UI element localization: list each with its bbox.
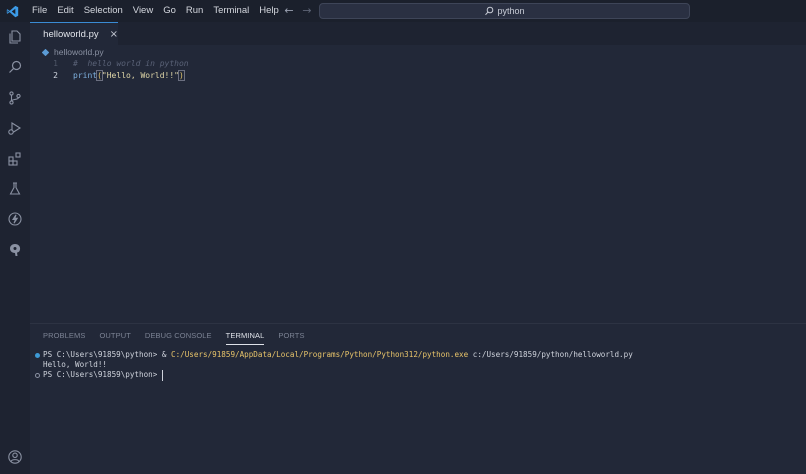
menu-bar: File Edit Selection View Go Run Terminal… [27, 0, 284, 22]
run-debug-icon[interactable] [0, 113, 30, 143]
terminal-line: PS C:\Users\91859\python> [35, 369, 163, 381]
line-number: 2 [53, 71, 58, 80]
command-success-dot-icon [35, 352, 40, 358]
search-text: python [497, 6, 525, 16]
tab-output[interactable]: OUTPUT [99, 330, 130, 345]
terminal-line: PS C:\Users\91859\python> & C:/Users/918… [35, 350, 633, 360]
account-icon[interactable] [0, 442, 30, 472]
vscode-logo-icon [1, 0, 23, 22]
close-icon[interactable]: × [110, 29, 118, 40]
code-editor[interactable]: 1 # hello world in python 2 print("Hello… [30, 57, 806, 319]
terminal-prompt: PS C:\Users\91859\python> [43, 370, 162, 379]
terminal-cursor [161, 369, 163, 381]
menu-terminal[interactable]: Terminal [208, 0, 254, 22]
activity-bar [0, 22, 30, 474]
code-line: 1 # hello world in python [30, 58, 806, 70]
editor-tab-bar: helloworld.py × [30, 22, 806, 45]
navigation-arrows: ← → [283, 4, 313, 18]
lightning-extension-icon[interactable] [0, 204, 30, 234]
extensions-icon[interactable] [0, 144, 30, 174]
bottom-panel: PROBLEMS OUTPUT DEBUG CONSOLE TERMINAL P… [30, 323, 806, 474]
menu-file[interactable]: File [27, 0, 52, 22]
back-arrow-icon[interactable]: ← [283, 4, 295, 18]
menu-run[interactable]: Run [181, 0, 208, 22]
tab-terminal[interactable]: TERMINAL [225, 330, 265, 345]
menu-edit[interactable]: Edit [52, 0, 78, 22]
source-control-icon[interactable] [0, 83, 30, 113]
menu-help[interactable]: Help [254, 0, 284, 22]
explorer-icon[interactable] [0, 22, 30, 52]
tab-helloworld-py[interactable]: helloworld.py × [30, 22, 118, 45]
menu-go[interactable]: Go [158, 0, 181, 22]
tab-problems[interactable]: PROBLEMS [43, 330, 85, 345]
title-bar: File Edit Selection View Go Run Terminal… [0, 0, 806, 22]
command-pending-dot-icon [35, 372, 40, 378]
menu-selection[interactable]: Selection [79, 0, 128, 22]
menu-view[interactable]: View [128, 0, 158, 22]
terminal-exe-path[interactable]: C:/Users/91859/AppData/Local/Programs/Py… [171, 350, 468, 360]
code-paren-close: ) [178, 70, 185, 81]
search-icon [485, 6, 494, 16]
line-number: 1 [53, 59, 58, 68]
tab-ports[interactable]: PORTS [278, 330, 304, 345]
testing-flask-icon[interactable] [0, 174, 30, 204]
code-statement: print("Hello, World!!") [73, 70, 185, 82]
breadcrumb-file[interactable]: helloworld.py [54, 47, 104, 57]
terminal-arg: c:/Users/91859/python/helloworld.py [468, 350, 633, 359]
terminal-output: Hello, World!! [43, 360, 108, 369]
postgres-extension-icon[interactable] [0, 235, 30, 265]
tab-debug-console[interactable]: DEBUG CONSOLE [145, 330, 212, 345]
search-sidebar-icon[interactable] [0, 52, 30, 82]
code-line: 2 print("Hello, World!!") [30, 70, 806, 82]
tab-label: helloworld.py [43, 28, 99, 40]
code-comment: # hello world in python [73, 59, 189, 68]
forward-arrow-icon[interactable]: → [301, 4, 313, 18]
terminal-line: Hello, World!! [35, 360, 107, 370]
code-string: "Hello, World!!" [101, 71, 179, 80]
code-function: print [73, 71, 98, 80]
command-center-search[interactable]: python [319, 3, 690, 19]
panel-tabs: PROBLEMS OUTPUT DEBUG CONSOLE TERMINAL P… [43, 330, 319, 345]
terminal-prompt: PS C:\Users\91859\python> & [43, 350, 172, 359]
python-file-icon [42, 48, 49, 56]
